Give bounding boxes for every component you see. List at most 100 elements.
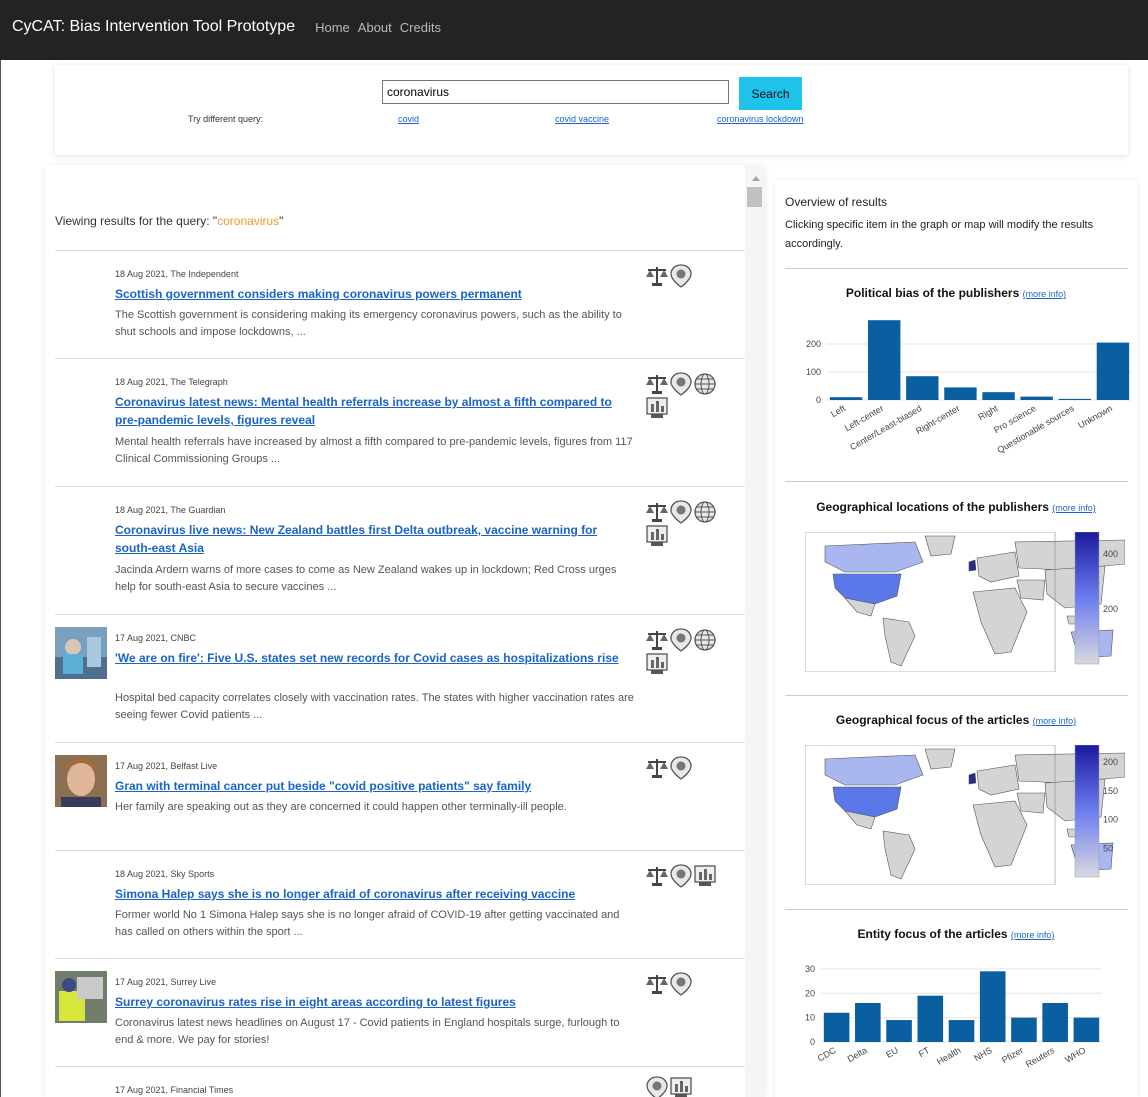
entity-focus-chart[interactable]: 0 10 20 30 CDC Delta EU FT Health NHS PfizerReuter… [775,950,1137,1090]
country-africa[interactable] [972,587,1028,655]
scales-icon [646,375,668,394]
result-item[interactable]: 17 Aug 2021, Financial Times [55,1066,745,1097]
result-item[interactable]: 18 Aug 2021, The Telegraph Coronavirus l… [55,358,745,486]
colorbar-tick-label: 150 [1103,786,1118,796]
alt-query-covid-vaccine[interactable]: covid vaccine [555,114,609,124]
x-tick-label: NHS [972,1045,993,1063]
scrollbar-thumb[interactable] [747,187,762,207]
chart-title-text: Geographical focus of the articles [835,713,1030,727]
more-info-link[interactable]: (more info) [1052,503,1096,513]
nav-credits[interactable]: Credits [400,20,441,35]
bar[interactable] [948,1020,975,1042]
result-title[interactable]: Coronavirus live news: New Zealand battl… [115,521,635,557]
bar[interactable] [1058,398,1092,400]
result-title[interactable]: Simona Halep says she is no longer afrai… [115,885,635,903]
country-greenland[interactable] [924,535,956,557]
bar[interactable] [906,376,939,400]
article-focus-map[interactable]: 50 100 150 200 [805,745,1125,885]
y-tick-label: 0 [816,395,821,405]
x-tick-label: FT [917,1045,932,1059]
x-tick-label: Right [976,403,1000,422]
y-tick-label: 30 [805,964,815,974]
bar[interactable] [823,1012,850,1042]
result-icons [645,628,725,678]
result-title[interactable]: Surrey coronavirus rates rise in eight a… [115,993,635,1011]
country-united-kingdom[interactable] [968,559,977,572]
result-meta: 17 Aug 2021, Financial Times [115,1085,234,1095]
political-bias-chart[interactable]: 0100200LeftLeft-centerCenter/Least-biase… [775,308,1137,478]
country-africa[interactable] [972,800,1028,868]
x-tick-label: CDC [816,1045,838,1064]
more-info-link[interactable]: (more info) [1011,930,1055,940]
country-greenland[interactable] [924,748,956,770]
country-south-america[interactable] [882,617,916,667]
bar[interactable] [1096,342,1130,400]
result-item[interactable]: 18 Aug 2021, The Independent Scottish go… [55,250,745,358]
bar[interactable] [917,995,944,1042]
result-icons [645,372,725,422]
nav-home[interactable]: Home [315,20,350,35]
bar[interactable] [867,320,901,400]
result-thumbnail-testing[interactable] [55,971,107,1023]
more-info-link[interactable]: (more info) [1033,716,1077,726]
bar[interactable] [886,1020,912,1042]
divider [785,695,1128,696]
country-united-states[interactable] [832,573,902,605]
country-middle-east[interactable] [1016,579,1046,601]
country-south-america[interactable] [882,830,916,880]
bar[interactable] [829,397,863,400]
result-item[interactable]: 17 Aug 2021, Surrey Live Surrey coronavi… [55,958,745,1066]
publisher-locations-map[interactable]: 200 400 [805,532,1125,672]
bar[interactable] [1011,1017,1037,1042]
app-title[interactable]: CyCAT: Bias Intervention Tool Prototype [12,18,295,36]
results-scrollbar[interactable] [745,165,765,1097]
search-input[interactable] [382,80,729,104]
result-thumbnail-hospital[interactable] [55,627,107,679]
country-europe[interactable] [976,764,1020,796]
x-tick-label: Pfizer [1000,1045,1025,1065]
nav-about[interactable]: About [358,20,392,35]
bar[interactable] [1020,396,1053,400]
x-tick-label: Unknown [1076,403,1114,430]
bar[interactable] [1073,1017,1100,1042]
search-button[interactable]: Search [739,77,802,110]
alt-query-covid[interactable]: covid [398,114,419,124]
country-united-kingdom[interactable] [968,772,977,785]
country-canada[interactable] [824,541,924,573]
scroll-up-arrow-icon[interactable] [752,176,760,181]
bar[interactable] [1042,1003,1068,1042]
country-canada[interactable] [824,754,924,786]
country-united-states[interactable] [832,786,902,818]
building-icon [646,525,668,546]
result-item[interactable]: 18 Aug 2021, Sky Sports Simona Halep say… [55,850,745,958]
y-tick-label: 100 [806,367,821,377]
location-pin-icon [670,864,692,888]
x-tick-label: Left [829,403,847,419]
result-meta: 17 Aug 2021, Belfast Live [115,761,218,771]
bar[interactable] [979,971,1006,1042]
alt-query-coronavirus-lockdown[interactable]: coronavirus lockdown [717,114,804,124]
result-title[interactable]: Coronavirus latest news: Mental health r… [115,393,635,429]
result-title[interactable]: 'We are on fire': Five U.S. states set n… [115,649,635,667]
result-title[interactable]: Scottish government considers making cor… [115,285,635,303]
more-info-link[interactable]: (more info) [1023,289,1067,299]
result-item[interactable]: 17 Aug 2021, Belfast Live Gran with term… [55,742,745,850]
result-item[interactable]: 18 Aug 2021, The Guardian Coronavirus li… [55,486,745,614]
chart-title-entity-focus: Entity focus of the articles (more info) [775,927,1137,941]
result-thumbnail-portrait[interactable] [55,755,107,807]
country-europe[interactable] [976,551,1020,583]
location-pin-icon [670,372,692,396]
current-query: coronavirus [217,214,280,228]
globe-icon [694,373,716,395]
bar[interactable] [855,1003,881,1042]
query-suffix: " [279,214,284,228]
results-panel: Viewing results for the query: "coronavi… [45,165,765,1097]
country-middle-east[interactable] [1016,792,1046,814]
bar[interactable] [944,387,977,400]
bar[interactable] [982,392,1015,400]
x-tick-label: EU [884,1045,900,1060]
result-title[interactable]: Gran with terminal cancer put beside "co… [115,777,635,795]
x-tick-label: Reuters [1024,1045,1057,1070]
colorbar-tick-label: 100 [1103,815,1118,825]
result-item[interactable]: 17 Aug 2021, CNBC 'We are on fire': Five… [55,614,745,742]
